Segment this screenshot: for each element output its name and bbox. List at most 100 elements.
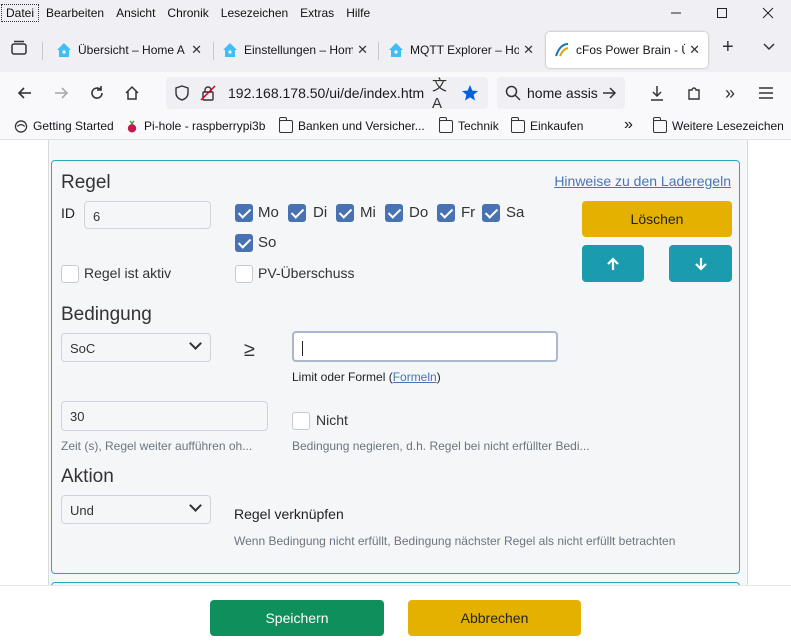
overflow-chevrons-icon[interactable]: » — [719, 82, 741, 104]
action-select-value: Und — [70, 503, 94, 518]
minimize-icon[interactable] — [653, 0, 699, 26]
menu-datei[interactable]: Datei — [0, 3, 40, 23]
search-bar[interactable]: home assis — [497, 77, 625, 109]
tab-separator — [42, 42, 43, 60]
hint-link[interactable]: Hinweise zu den Laderegeln — [554, 173, 731, 189]
url-text: 192.168.178.50/ui/de/index.htm — [228, 85, 425, 101]
search-go-arrow-icon[interactable] — [601, 85, 617, 104]
tab-einstellungen[interactable]: Einstellungen – Hom ✕ — [214, 32, 376, 68]
home-assistant-icon — [389, 43, 403, 57]
tab-close-icon[interactable]: ✕ — [191, 42, 202, 58]
day-label: Do — [409, 204, 429, 221]
checkbox-sa[interactable] — [482, 204, 500, 222]
tab-uebersicht[interactable]: Übersicht – Home A ✕ — [48, 32, 210, 68]
delete-button[interactable]: Löschen — [582, 201, 732, 237]
insecure-lock-icon[interactable] — [200, 85, 216, 104]
cancel-button[interactable]: Abbrechen — [408, 600, 581, 636]
day-label: Mi — [360, 204, 376, 221]
new-tab-icon[interactable]: + — [722, 36, 734, 59]
negate-checkbox[interactable] — [292, 412, 310, 430]
bookmark-pi-hole[interactable]: Pi-hole - raspberrypi3b — [125, 119, 265, 133]
link-rule-label: Regel verknüpfen — [234, 506, 344, 522]
day-label: Fr — [461, 204, 476, 221]
tab-mqtt-explorer[interactable]: MQTT Explorer – Hor ✕ — [380, 32, 542, 68]
day-label: So — [258, 234, 277, 251]
tab-close-icon[interactable]: ✕ — [689, 42, 700, 58]
checkbox-mi[interactable] — [336, 204, 354, 222]
rule-active-checkbox[interactable] — [61, 265, 79, 283]
save-button[interactable]: Speichern — [210, 600, 384, 636]
bookmark-getting-started[interactable]: Getting Started — [14, 119, 114, 133]
condition-select[interactable]: SoC — [61, 333, 211, 362]
shield-icon[interactable] — [174, 85, 190, 104]
window-controls — [653, 0, 791, 26]
close-window-icon[interactable] — [745, 0, 791, 26]
rule-card: Regel Hinweise zu den Laderegeln ID 6 Mo… — [51, 160, 740, 574]
menu-lesezeichen[interactable]: Lesezeichen — [215, 3, 294, 23]
forward-arrow-icon[interactable] — [50, 82, 72, 104]
action-select[interactable]: Und — [61, 495, 211, 524]
checkbox-mo[interactable] — [235, 204, 253, 222]
limit-help-prefix: Limit oder Formel ( — [292, 370, 393, 384]
menu-hilfe[interactable]: Hilfe — [340, 3, 376, 23]
move-up-button[interactable] — [582, 245, 644, 282]
bookmark-folder-banken[interactable]: Banken und Versicher... — [278, 116, 425, 133]
home-assistant-icon — [223, 43, 237, 57]
formulas-link[interactable]: Formeln — [393, 370, 437, 384]
folder-icon — [652, 116, 667, 133]
move-down-button[interactable] — [669, 245, 732, 282]
back-arrow-icon[interactable] — [14, 82, 36, 104]
folder-icon — [278, 116, 293, 133]
day-label: Sa — [506, 204, 525, 221]
bookmark-label: Technik — [458, 119, 499, 133]
bookmark-star-icon[interactable] — [459, 82, 481, 104]
bookmarks-toolbar: Getting Started Pi-hole - raspberrypi3b … — [0, 114, 791, 140]
operator-symbol: ≥ — [244, 339, 255, 361]
tab-cfos-power-brain[interactable]: cFos Power Brain - Ü ✕ — [546, 32, 708, 68]
bookmark-folder-einkaufen[interactable]: Einkaufen — [510, 116, 583, 133]
home-assistant-icon — [57, 43, 71, 57]
limit-help-suffix: ) — [436, 370, 441, 384]
download-icon[interactable] — [646, 82, 668, 104]
time-input[interactable]: 30 — [61, 401, 268, 431]
tab-separator — [378, 42, 379, 60]
text-cursor — [302, 341, 303, 357]
day-label: Mo — [258, 204, 279, 221]
rule-heading: Regel — [61, 172, 111, 193]
condition-select-value: SoC — [70, 341, 96, 356]
id-input[interactable]: 6 — [84, 201, 211, 229]
tab-list-icon[interactable] — [10, 40, 28, 60]
pv-surplus-checkbox[interactable] — [235, 265, 253, 283]
time-help: Zeit (s), Regel weiter aufführen oh... — [61, 439, 253, 453]
tab-close-icon[interactable]: ✕ — [523, 42, 534, 58]
checkbox-do[interactable] — [385, 204, 403, 222]
maximize-icon[interactable] — [699, 0, 745, 26]
menu-bearbeiten[interactable]: Bearbeiten — [40, 3, 110, 23]
search-icon — [505, 85, 521, 104]
checkbox-di[interactable] — [288, 204, 306, 222]
raspberry-icon — [127, 120, 137, 133]
chevron-down-icon — [189, 499, 202, 512]
bookmark-folder-technik[interactable]: Technik — [438, 116, 499, 133]
translate-icon[interactable]: 文A — [432, 77, 454, 112]
action-heading: Aktion — [61, 466, 114, 487]
menu-extras[interactable]: Extras — [294, 3, 340, 23]
tab-close-icon[interactable]: ✕ — [357, 42, 368, 58]
search-input[interactable]: home assis — [527, 85, 598, 101]
chevron-down-icon[interactable] — [762, 40, 776, 58]
reload-icon[interactable] — [86, 82, 108, 104]
hamburger-menu-icon[interactable] — [755, 82, 777, 104]
checkbox-so[interactable] — [235, 234, 253, 252]
checkbox-fr[interactable] — [437, 204, 455, 222]
home-icon[interactable] — [121, 82, 143, 104]
bookmark-folder-weitere[interactable]: Weitere Lesezeichen — [652, 116, 784, 133]
menu-ansicht[interactable]: Ansicht — [110, 3, 161, 23]
negate-label: Nicht — [316, 412, 348, 428]
tab-title: Einstellungen – Hom — [244, 43, 354, 57]
extensions-puzzle-icon[interactable] — [683, 82, 705, 104]
bookmarks-overflow-icon[interactable]: » — [624, 116, 633, 134]
cfos-icon — [555, 43, 569, 57]
chevron-down-icon — [189, 337, 202, 350]
menu-chronik[interactable]: Chronik — [161, 3, 214, 23]
limit-input[interactable] — [292, 331, 558, 362]
